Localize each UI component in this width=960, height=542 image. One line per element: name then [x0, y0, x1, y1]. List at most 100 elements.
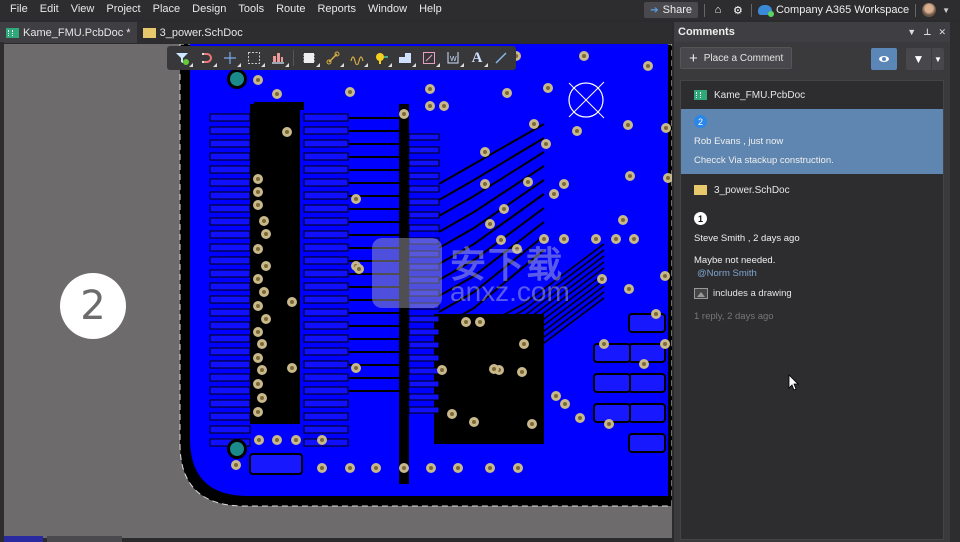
via-hole [402, 466, 406, 470]
comment-marker-badge[interactable]: 2 [60, 273, 126, 339]
menu-design[interactable]: Design [186, 0, 232, 20]
comment-item-selected[interactable]: 2 Rob Evans , just now Checck Via stacku… [681, 109, 943, 174]
attachment-row[interactable]: includes a drawing [694, 288, 930, 299]
show-comments-toggle[interactable] [871, 48, 897, 70]
chevron-down-icon[interactable]: ▼ [942, 6, 950, 15]
smd-pad [408, 289, 440, 297]
trace-gap [399, 104, 409, 484]
place-polygon-icon[interactable] [394, 48, 416, 68]
via-hole [562, 182, 566, 186]
reply-meta[interactable]: 1 reply, 2 days ago [694, 311, 930, 322]
smd-pad [408, 250, 440, 258]
home-icon[interactable]: ⌂ [711, 3, 725, 17]
via-hole [357, 267, 361, 271]
menu-help[interactable]: Help [413, 0, 448, 20]
interactive-routing-icon[interactable] [322, 48, 344, 68]
via-hole [264, 317, 268, 321]
smd-pad [408, 263, 440, 271]
smd-pad [628, 373, 666, 393]
comment-number-badge: 1 [694, 212, 707, 225]
menu-tools[interactable]: Tools [232, 0, 270, 20]
menu-edit[interactable]: Edit [34, 0, 65, 20]
comment-file-header[interactable]: Kame_FMU.PcbDoc [681, 81, 943, 109]
smd-pad [408, 367, 440, 375]
smd-pad [303, 334, 349, 343]
comment-file-header[interactable]: 3_power.SchDoc [681, 176, 943, 204]
select-rectangle-icon[interactable] [243, 48, 265, 68]
menu-view[interactable]: View [65, 0, 101, 20]
filter-tool-icon[interactable] [171, 48, 193, 68]
component-body [250, 104, 300, 424]
smd-pad [209, 269, 251, 278]
menu-place[interactable]: Place [147, 0, 187, 20]
place-string-area-icon[interactable]: W [442, 48, 464, 68]
place-fill-icon[interactable] [298, 48, 320, 68]
comment-text: Maybe not needed. [694, 255, 776, 266]
layer-tab-active[interactable] [4, 536, 44, 542]
filter-button[interactable]: ▼ ▼ [906, 48, 944, 70]
smd-pad [303, 282, 349, 291]
via-hole [663, 342, 667, 346]
smd-pad [408, 341, 440, 349]
gear-icon[interactable]: ⚙ [731, 3, 745, 17]
via-hole [562, 237, 566, 241]
place-region-icon[interactable] [418, 48, 440, 68]
smd-pad [303, 373, 349, 382]
smd-pad [303, 347, 349, 356]
share-button[interactable]: ➔ Share [644, 2, 698, 18]
divider [750, 3, 752, 17]
magnet-tool-icon[interactable] [195, 48, 217, 68]
smd-pad [408, 302, 440, 310]
smd-pad [303, 256, 349, 265]
place-component-icon[interactable] [267, 48, 289, 68]
panel-scrollbar[interactable] [950, 22, 960, 542]
smd-pad [209, 191, 251, 200]
via-hole [666, 176, 670, 180]
file-name: 3_power.SchDoc [714, 184, 790, 196]
comment-item[interactable]: 1 Steve Smith , 2 days ago Maybe not nee… [681, 204, 943, 330]
place-comment-button[interactable]: + Place a Comment [680, 47, 793, 69]
avatar[interactable] [922, 3, 937, 17]
place-via-icon[interactable] [370, 48, 392, 68]
layer-tab[interactable] [47, 536, 122, 542]
close-icon[interactable]: ✕ [938, 27, 946, 38]
smd-pad [209, 412, 251, 421]
mouse-cursor-icon [788, 374, 799, 391]
via-hole [256, 203, 260, 207]
via-hole [526, 180, 530, 184]
cross-tool-icon[interactable] [219, 48, 241, 68]
menu-file[interactable]: File [0, 0, 34, 20]
smd-pad [209, 425, 251, 434]
menu-reports[interactable]: Reports [311, 0, 362, 20]
smd-pad [303, 126, 349, 135]
filter-icon[interactable]: ▼ [906, 48, 932, 70]
pin-icon[interactable]: ⊥ [923, 27, 931, 38]
tab-pcb-doc[interactable]: Kame_FMU.PcbDoc * [0, 22, 137, 43]
smd-pad [303, 191, 349, 200]
panel-menu-icon[interactable]: ▼ [907, 27, 916, 38]
via-hole [354, 197, 358, 201]
via-hole [516, 466, 520, 470]
via-hole [563, 402, 567, 406]
via-hole [256, 382, 260, 386]
comment-mention[interactable]: @Norm Smith [697, 268, 930, 279]
smd-pad [303, 217, 349, 226]
diff-pair-routing-icon[interactable] [346, 48, 368, 68]
smd-pad [408, 406, 440, 414]
smd-pad [408, 133, 440, 141]
smd-pad [408, 393, 440, 401]
via-hole [646, 64, 650, 68]
workspace-selector[interactable]: Company A365 Workspace [757, 4, 909, 17]
chevron-down-icon[interactable]: ▼ [932, 48, 944, 70]
via-hole [575, 129, 579, 133]
toolbar-divider [293, 50, 294, 66]
menu-window[interactable]: Window [362, 0, 413, 20]
place-text-icon[interactable]: A [466, 48, 488, 68]
tab-sch-doc[interactable]: 3_power.SchDoc [137, 22, 249, 43]
smd-pad [249, 453, 303, 475]
via-hole [542, 237, 546, 241]
menu-project[interactable]: Project [100, 0, 146, 20]
smd-pad [303, 386, 349, 395]
place-line-icon[interactable] [490, 48, 512, 68]
menu-route[interactable]: Route [270, 0, 311, 20]
